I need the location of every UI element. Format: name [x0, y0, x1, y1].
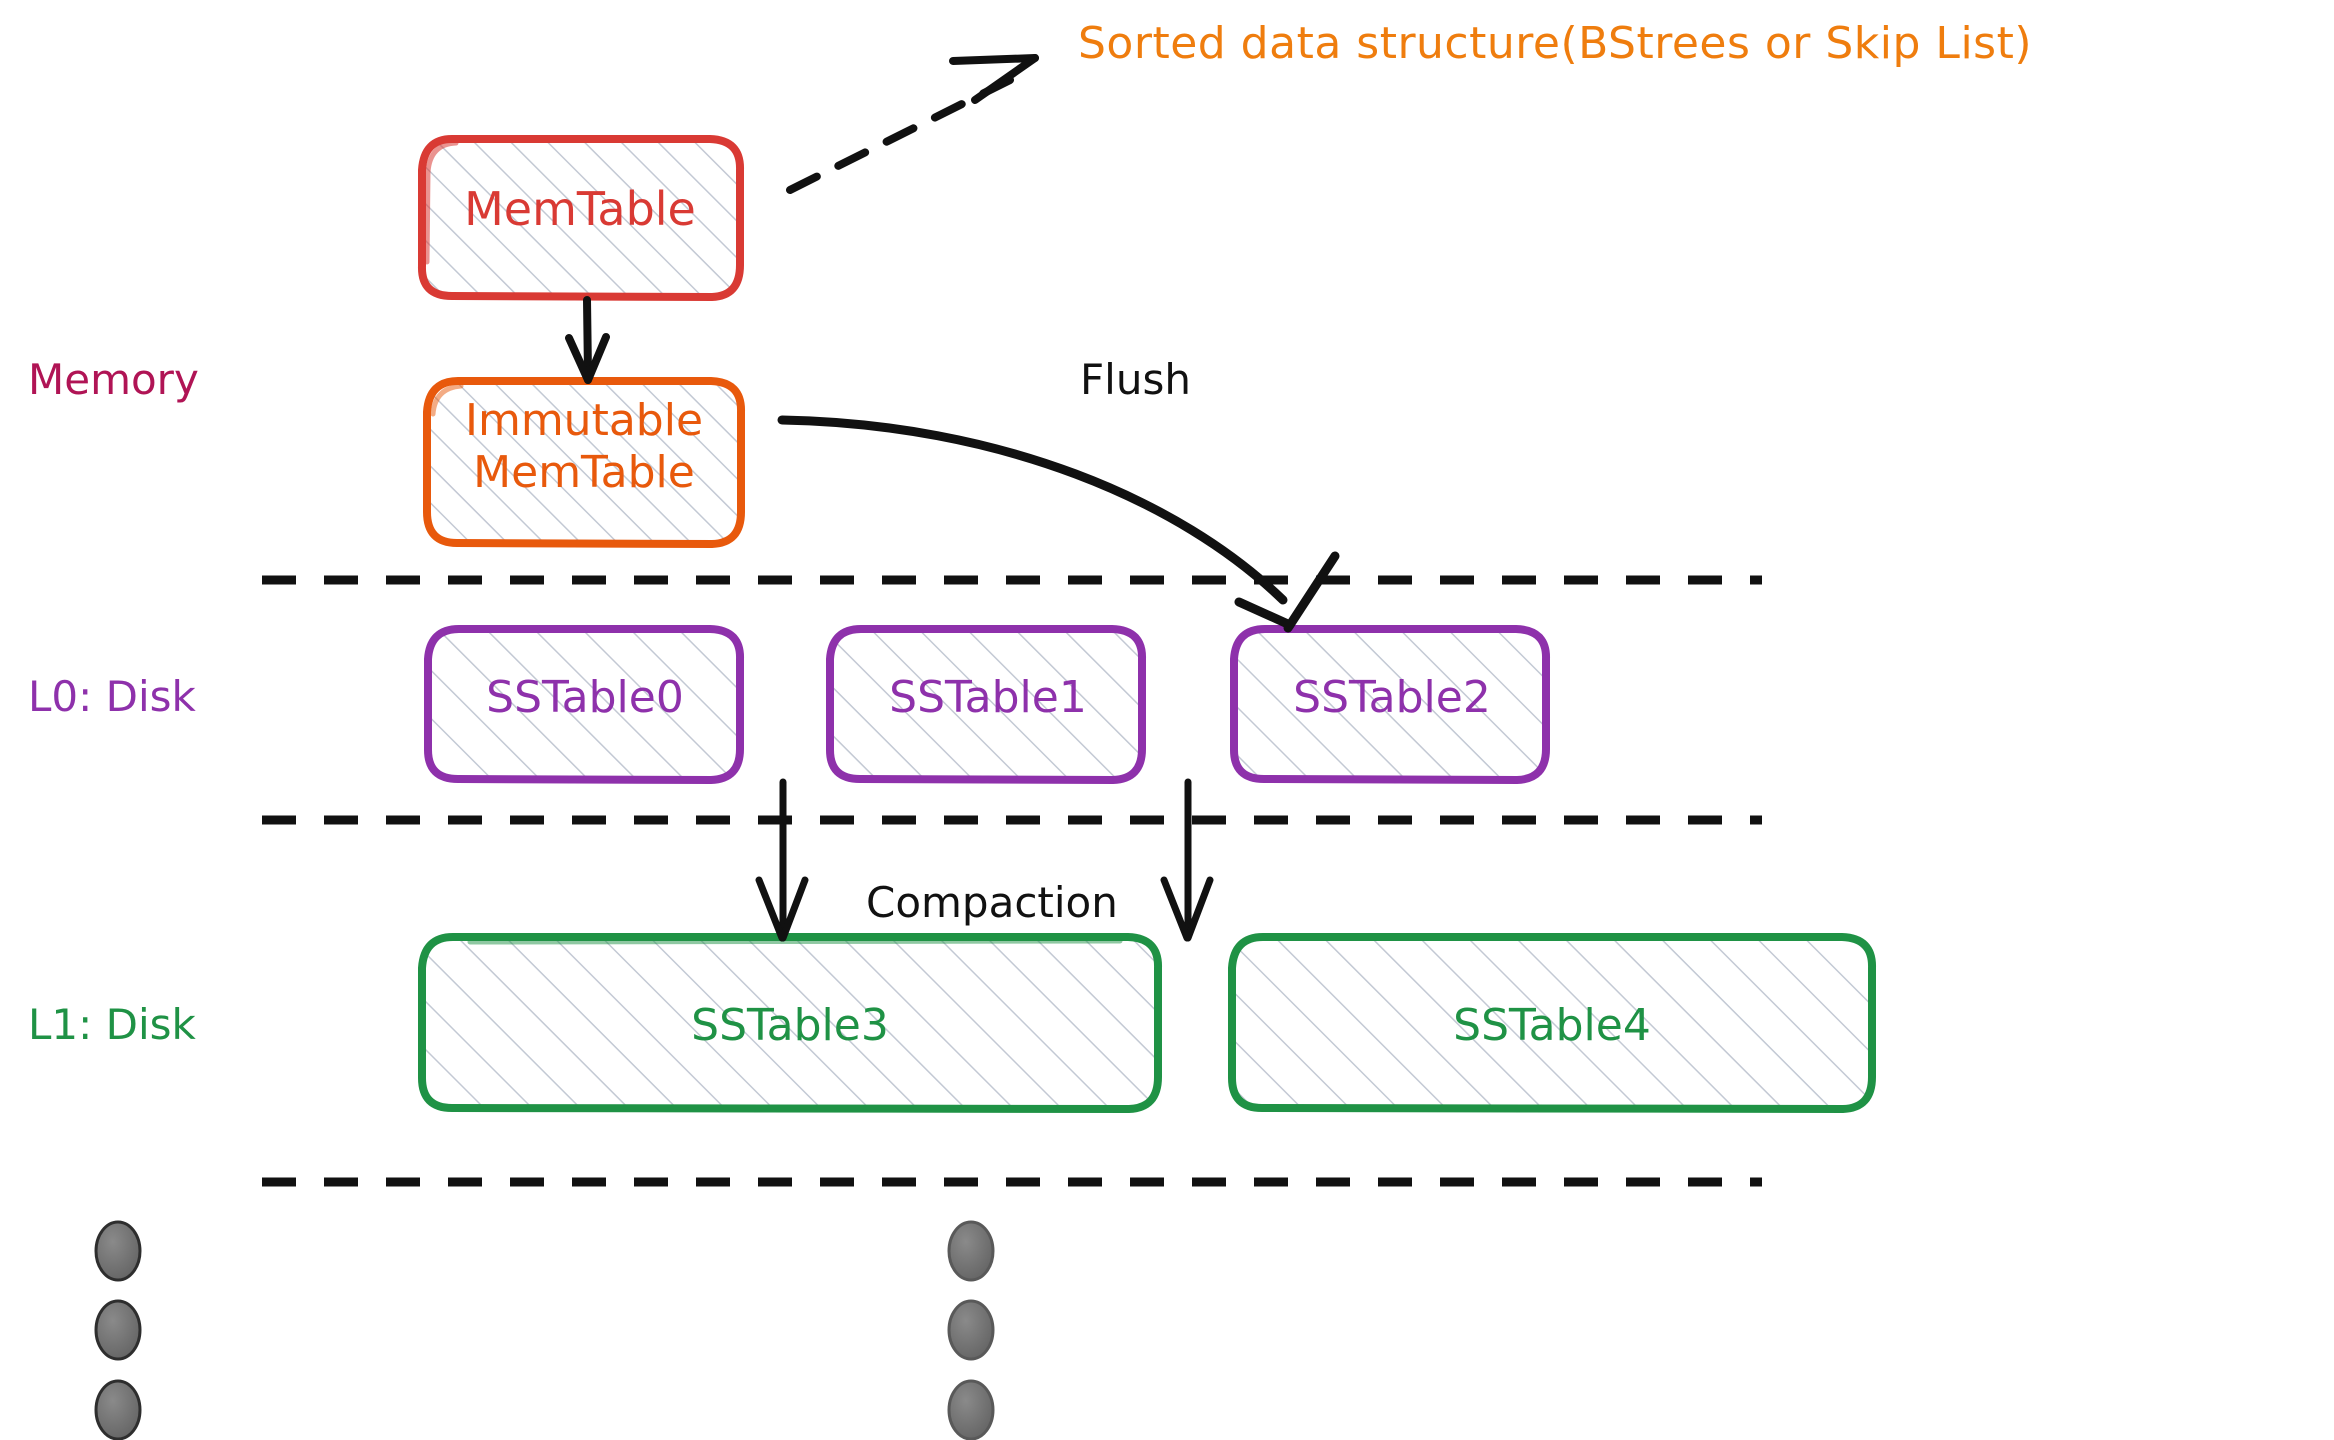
arrow-compaction-left [755, 778, 809, 942]
ellipsis-dots-column-left [94, 1220, 142, 1440]
diagram-canvas: Sorted data structure(BStrees or Skip Li… [0, 0, 2334, 1440]
arrow-flush [777, 415, 1340, 633]
arrow-memtable-to-immutable [565, 296, 610, 384]
node-sstable2 [1230, 625, 1550, 784]
node-immutable-memtable [423, 377, 745, 548]
diagram-vector-layer [94, 54, 1876, 1440]
node-sstable3 [418, 933, 1162, 1113]
arrow-compaction-right [1160, 778, 1214, 942]
arrow-annotation-sorted-structure [786, 54, 1039, 194]
node-memtable [418, 135, 744, 301]
ellipsis-dots-column-right [947, 1220, 995, 1440]
node-sstable1 [826, 625, 1146, 784]
node-sstable4 [1228, 933, 1876, 1113]
node-sstable0 [424, 625, 744, 784]
